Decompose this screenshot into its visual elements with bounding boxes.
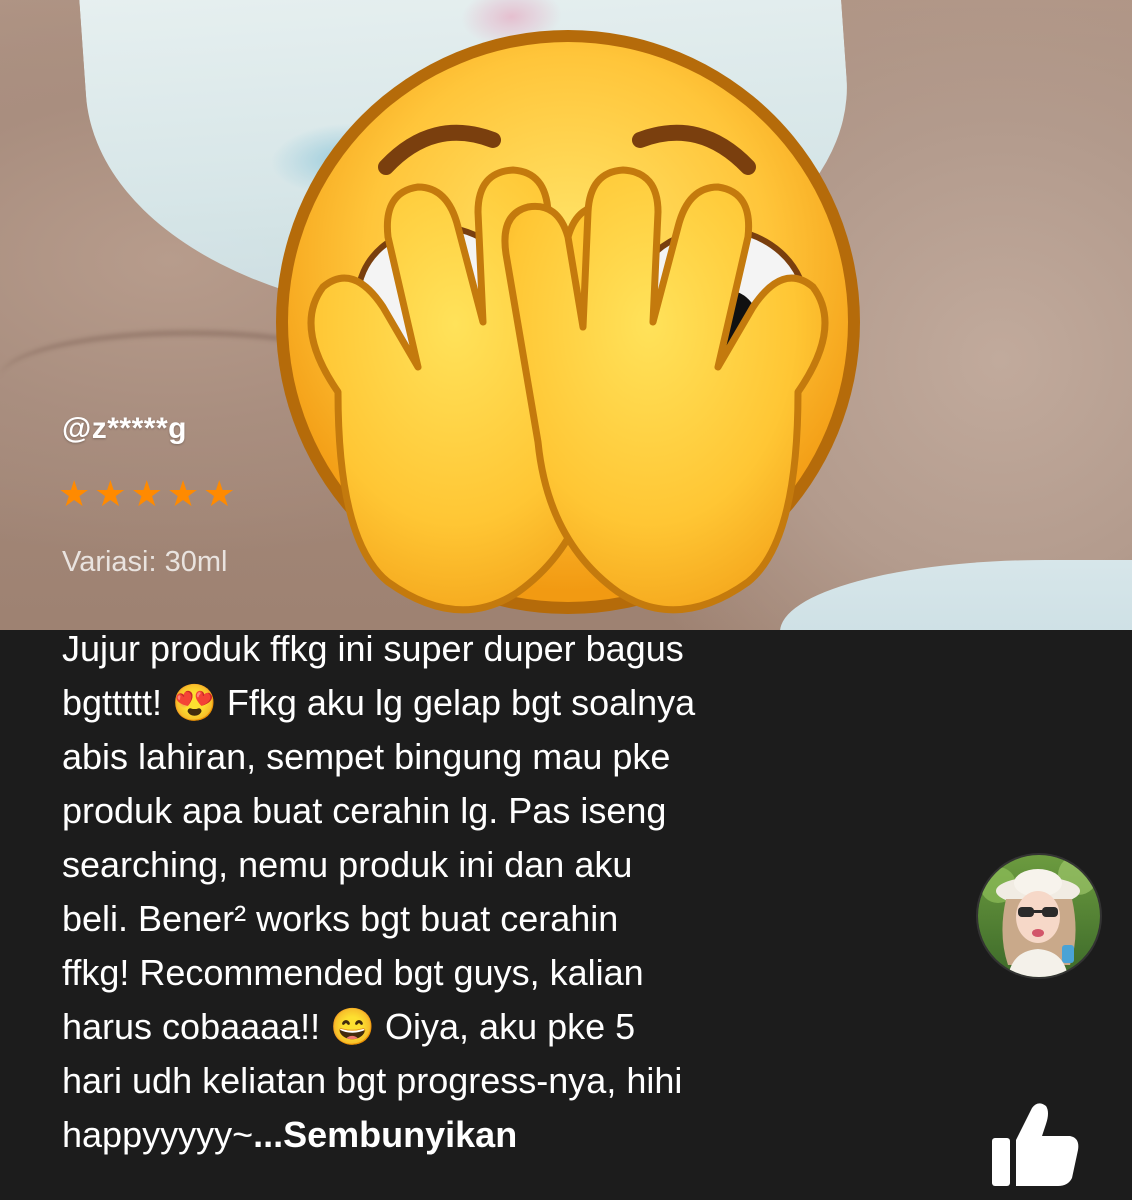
variant-label: Variasi: 30ml	[62, 546, 228, 578]
face-covering-eyes-emoji	[276, 30, 860, 614]
star-icon: ★	[58, 473, 91, 514]
thumbs-up-icon[interactable]	[988, 1098, 1082, 1190]
reviewer-username[interactable]: @z*****g	[62, 412, 187, 446]
star-icon: ★	[130, 473, 163, 514]
avatar[interactable]	[976, 853, 1102, 979]
star-icon: ★	[203, 473, 236, 514]
review-photo[interactable]: @z*****g ★ ★ ★ ★ ★ Variasi: 30ml	[0, 0, 1132, 630]
star-icon: ★	[94, 473, 127, 514]
hide-link[interactable]: ...Sembunyikan	[253, 1114, 517, 1155]
review-text: Jujur produk ffkg ini super duper bagus …	[62, 622, 862, 1162]
review-body: Jujur produk ffkg ini super duper bagus …	[62, 628, 696, 1155]
rating-stars: ★ ★ ★ ★ ★	[58, 476, 235, 512]
star-icon: ★	[166, 473, 200, 514]
review-screen: @z*****g ★ ★ ★ ★ ★ Variasi: 30ml Jujur p…	[0, 0, 1132, 1200]
